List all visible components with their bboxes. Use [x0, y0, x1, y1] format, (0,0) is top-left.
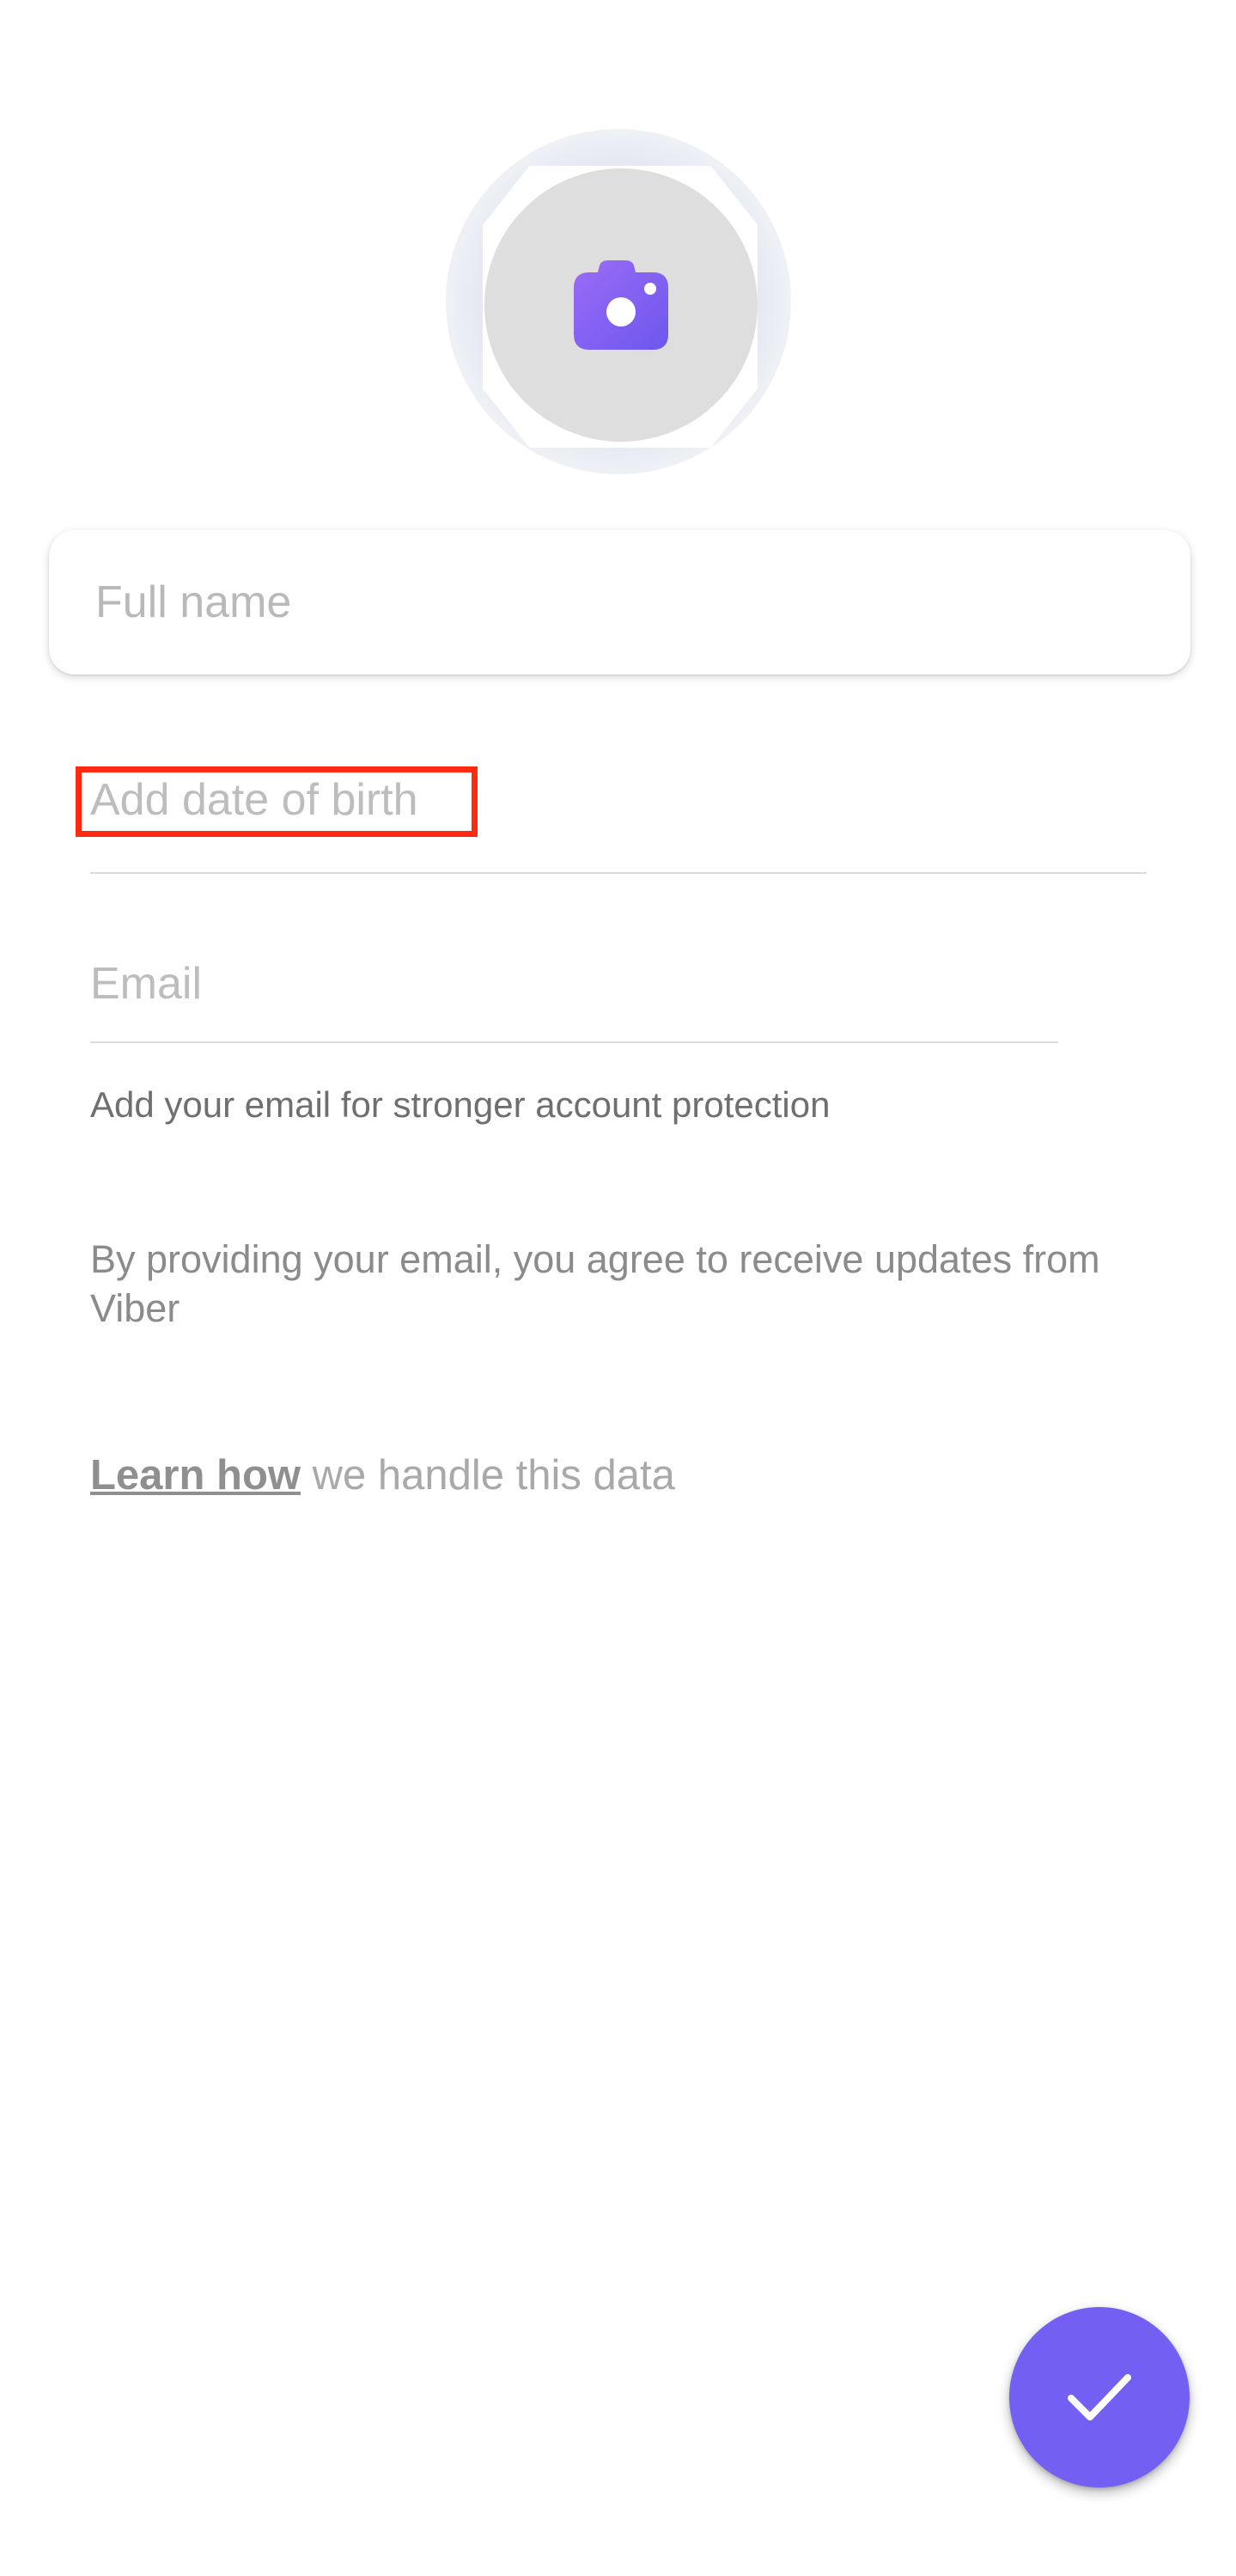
check-icon — [1068, 2374, 1131, 2420]
learn-how-link[interactable]: Learn how — [90, 1452, 301, 1499]
date-of-birth-label: Add date of birth — [90, 775, 418, 825]
email-input[interactable] — [90, 957, 1058, 1010]
date-of-birth-field[interactable]: Add date of birth — [76, 756, 1147, 874]
email-field — [90, 924, 1058, 1043]
email-consent-text: By providing your email, you agree to re… — [90, 1237, 1100, 1330]
camera-icon — [574, 260, 668, 350]
email-hint-text: Add your email for stronger account prot… — [90, 1084, 831, 1125]
data-handling-note: Learn how we handle this data — [90, 1449, 675, 1502]
add-photo-button[interactable] — [484, 168, 758, 442]
confirm-button[interactable] — [1009, 2307, 1190, 2487]
data-handling-suffix: we handle this data — [312, 1452, 675, 1499]
full-name-input[interactable] — [95, 577, 1190, 628]
full-name-card — [49, 530, 1190, 675]
